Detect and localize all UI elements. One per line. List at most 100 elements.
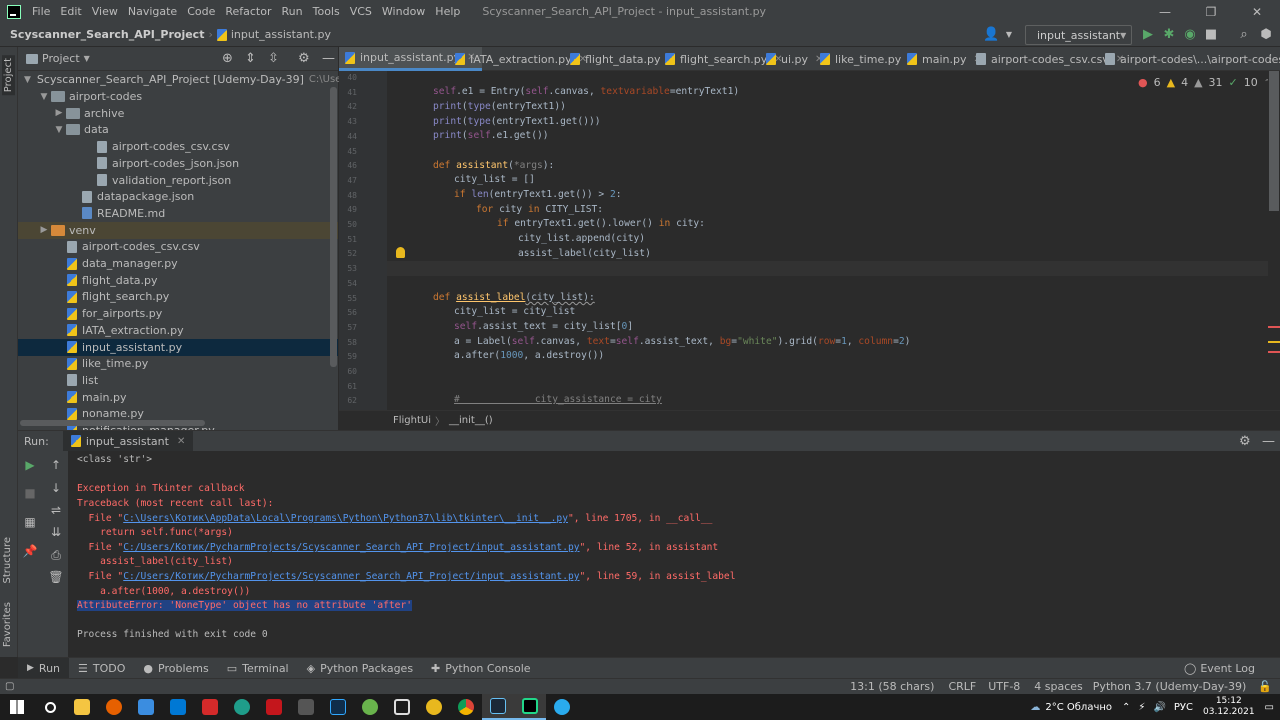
close-icon[interactable]: ✕ bbox=[177, 436, 185, 447]
menu-run[interactable]: Run bbox=[277, 5, 308, 18]
tree-file[interactable]: airport-codes_csv.csv bbox=[18, 238, 338, 255]
breadcrumb-class[interactable]: FlightUi bbox=[393, 415, 431, 426]
tree-file[interactable]: datapackage.json bbox=[18, 188, 338, 205]
minimize-button[interactable]: — bbox=[1142, 0, 1188, 23]
notifications-icon[interactable]: ▭ bbox=[1265, 702, 1274, 713]
app-frame-icon[interactable] bbox=[386, 694, 418, 720]
chevron-down-icon[interactable]: ▼ bbox=[84, 54, 90, 63]
store-icon[interactable] bbox=[130, 694, 162, 720]
weather-text[interactable]: 2°C Облачно bbox=[1045, 702, 1112, 713]
tree-horizontal-scrollbar[interactable] bbox=[20, 420, 205, 426]
telegram-icon[interactable] bbox=[546, 694, 578, 720]
app-face-icon[interactable] bbox=[418, 694, 450, 720]
tree-file[interactable]: input_assistant.py bbox=[18, 338, 338, 356]
firefox-icon[interactable] bbox=[98, 694, 130, 720]
language-indicator[interactable]: РУС bbox=[1174, 702, 1193, 713]
file-encoding[interactable]: UTF-8 bbox=[988, 680, 1020, 693]
more-tabs-icon[interactable]: ⋮ bbox=[1265, 52, 1276, 65]
event-log[interactable]: ◯ Event Log bbox=[1175, 658, 1264, 679]
run-tab[interactable]: input_assistant ✕ bbox=[62, 430, 194, 452]
tree-file[interactable]: airport-codes_csv.csv bbox=[18, 138, 338, 155]
scroll-to-end-icon[interactable]: ⇊ bbox=[48, 524, 64, 540]
lightbulb-icon[interactable] bbox=[396, 247, 405, 258]
menu-vcs[interactable]: VCS bbox=[345, 5, 377, 18]
favorites-tool-tab[interactable]: Favorites bbox=[2, 602, 13, 647]
warning-stripe[interactable] bbox=[1268, 341, 1280, 343]
app-green-icon[interactable] bbox=[354, 694, 386, 720]
tool-problems[interactable]: ● Problems bbox=[134, 658, 217, 679]
close-window-button[interactable]: ✕ bbox=[1234, 0, 1280, 23]
tree-file[interactable]: like_time.py bbox=[18, 355, 338, 372]
run-icon[interactable]: ▶ bbox=[1140, 27, 1156, 43]
soft-wrap-icon[interactable]: ⇌ bbox=[48, 502, 64, 518]
error-stripe[interactable] bbox=[1268, 351, 1280, 353]
print-icon[interactable]: ⎙ bbox=[48, 547, 64, 563]
tree-folder[interactable]: ▶ venv bbox=[18, 221, 338, 239]
tree-file[interactable]: main.py bbox=[18, 389, 338, 406]
hide-panel-icon[interactable]: — bbox=[322, 51, 335, 66]
chevron-down-icon[interactable]: ▼ bbox=[1001, 27, 1017, 43]
arrow-up-icon[interactable]: ↑ bbox=[48, 457, 64, 473]
search-icon[interactable] bbox=[34, 694, 66, 720]
menu-refactor[interactable]: Refactor bbox=[220, 5, 276, 18]
rerun-icon[interactable]: ▶ bbox=[22, 457, 38, 473]
mail-icon[interactable] bbox=[162, 694, 194, 720]
python-interpreter[interactable]: Python 3.7 (Udemy-Day-39) bbox=[1093, 680, 1247, 693]
menu-help[interactable]: Help bbox=[430, 5, 465, 18]
network-icon[interactable]: ⚡ bbox=[1138, 702, 1145, 713]
menu-edit[interactable]: Edit bbox=[55, 5, 86, 18]
project-view-select[interactable]: Project bbox=[42, 52, 80, 65]
gear-icon[interactable]: ⚙ bbox=[298, 51, 310, 66]
tool-todo[interactable]: ☰ TODO bbox=[69, 658, 134, 679]
structure-tool-tab[interactable]: Structure bbox=[2, 537, 13, 584]
menu-file[interactable]: File bbox=[27, 5, 55, 18]
caret-position[interactable]: 13:1 (58 chars) bbox=[850, 680, 934, 693]
run-console[interactable]: <class 'str'> Exception in Tkinter callb… bbox=[68, 451, 1280, 657]
debug-icon[interactable]: ✱ bbox=[1161, 27, 1177, 43]
run-configuration-select[interactable]: input_assistant ▼ bbox=[1025, 25, 1132, 45]
tree-file[interactable]: data_manager.py bbox=[18, 255, 338, 272]
coverage-icon[interactable]: ◉ bbox=[1182, 27, 1198, 43]
trash-icon[interactable]: 🗑 bbox=[48, 569, 64, 585]
scrollbar-thumb[interactable] bbox=[1269, 71, 1279, 211]
tool-python-packages[interactable]: ◈ Python Packages bbox=[298, 658, 422, 679]
ide-features-icon[interactable]: ⬢ bbox=[1258, 27, 1274, 43]
menu-navigate[interactable]: Navigate bbox=[123, 5, 182, 18]
project-tool-tab[interactable]: Project bbox=[2, 55, 15, 96]
console-scrollbar[interactable] bbox=[1268, 451, 1280, 657]
tool-terminal[interactable]: ▭ Terminal bbox=[218, 658, 298, 679]
menu-tools[interactable]: Tools bbox=[308, 5, 345, 18]
file-explorer-icon[interactable] bbox=[66, 694, 98, 720]
traceback-link[interactable]: C:\Users\Котик\AppData\Local\Programs\Py… bbox=[123, 513, 568, 524]
windows-start-icon[interactable] bbox=[0, 694, 34, 720]
lock-icon[interactable]: 🔓 bbox=[1258, 680, 1272, 693]
indent-setting[interactable]: 4 spaces bbox=[1034, 680, 1083, 693]
hide-panel-icon[interactable]: — bbox=[1262, 434, 1275, 449]
layout-icon[interactable]: ▢ bbox=[5, 681, 14, 692]
menu-view[interactable]: View bbox=[87, 5, 123, 18]
photoshop-icon[interactable] bbox=[322, 694, 354, 720]
error-stripe[interactable] bbox=[1268, 326, 1280, 328]
tree-file[interactable]: flight_data.py bbox=[18, 272, 338, 289]
inspection-widget[interactable]: ●6 ▲4 ▲31 ✓10 ⌃ bbox=[1138, 75, 1270, 89]
tree-file[interactable]: list bbox=[18, 372, 338, 389]
chrome-icon[interactable] bbox=[450, 694, 482, 720]
line-separator[interactable]: CRLF bbox=[948, 680, 976, 693]
menu-code[interactable]: Code bbox=[182, 5, 220, 18]
acrobat-icon[interactable] bbox=[258, 694, 290, 720]
restore-layout-icon[interactable]: ▦ bbox=[22, 514, 38, 530]
breadcrumb-file[interactable]: input_assistant.py bbox=[231, 28, 331, 41]
tree-folder[interactable]: ▼ data bbox=[18, 121, 338, 138]
unity-icon[interactable] bbox=[290, 694, 322, 720]
tree-folder[interactable]: ▶ archive bbox=[18, 105, 338, 122]
tree-scrollbar[interactable] bbox=[330, 87, 337, 367]
expand-all-icon[interactable]: ⇕ bbox=[245, 51, 256, 66]
arrow-down-icon[interactable]: ↓ bbox=[48, 480, 64, 496]
clock[interactable]: 15:12 03.12.2021 bbox=[1203, 696, 1255, 718]
tree-folder[interactable]: ▼ airport-codes bbox=[18, 88, 338, 105]
traceback-link[interactable]: C:/Users/Котик/PycharmProjects/Scyscanne… bbox=[123, 542, 579, 553]
stop-icon[interactable]: ■ bbox=[1203, 27, 1219, 43]
steam-icon[interactable] bbox=[482, 694, 514, 720]
search-icon[interactable]: ⌕ bbox=[1236, 27, 1252, 43]
collapse-all-icon[interactable]: ⇳ bbox=[268, 51, 279, 66]
